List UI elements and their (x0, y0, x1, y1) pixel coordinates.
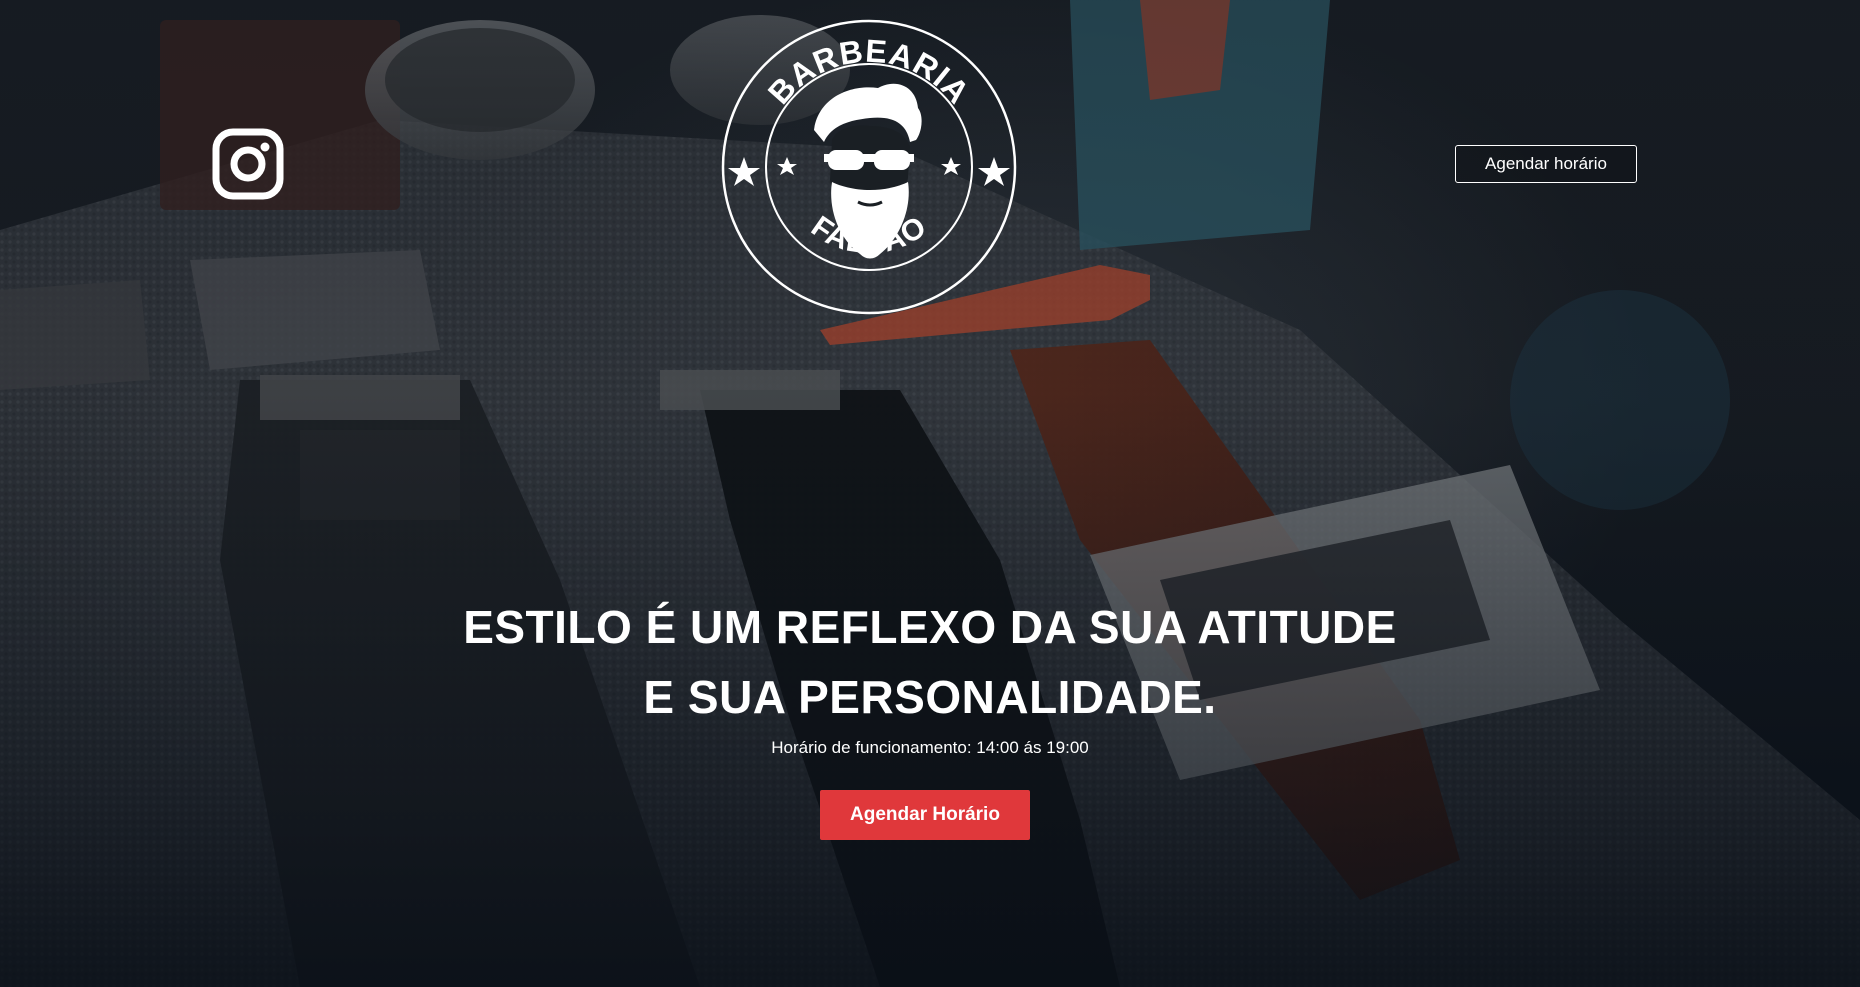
hero-headline-line-1: ESTILO É UM REFLEXO DA SUA ATITUDE (463, 601, 1397, 653)
header-schedule-button[interactable]: Agendar horário (1455, 145, 1637, 183)
hero-section: BARBEARIA FALCÃO Agendar horário ESTILO … (0, 0, 1860, 987)
barbearia-falcao-logo[interactable]: BARBEARIA FALCÃO (720, 18, 1018, 316)
opening-hours-text: Horário de funcionamento: 14:00 ás 19:00 (771, 738, 1089, 757)
hero-schedule-button[interactable]: Agendar Horário (820, 790, 1030, 840)
hero-headline: ESTILO É UM REFLEXO DA SUA ATITUDE E SUA… (330, 592, 1530, 732)
hero-headline-line-2: E SUA PERSONALIDADE. (643, 671, 1217, 723)
instagram-icon[interactable] (212, 128, 284, 200)
